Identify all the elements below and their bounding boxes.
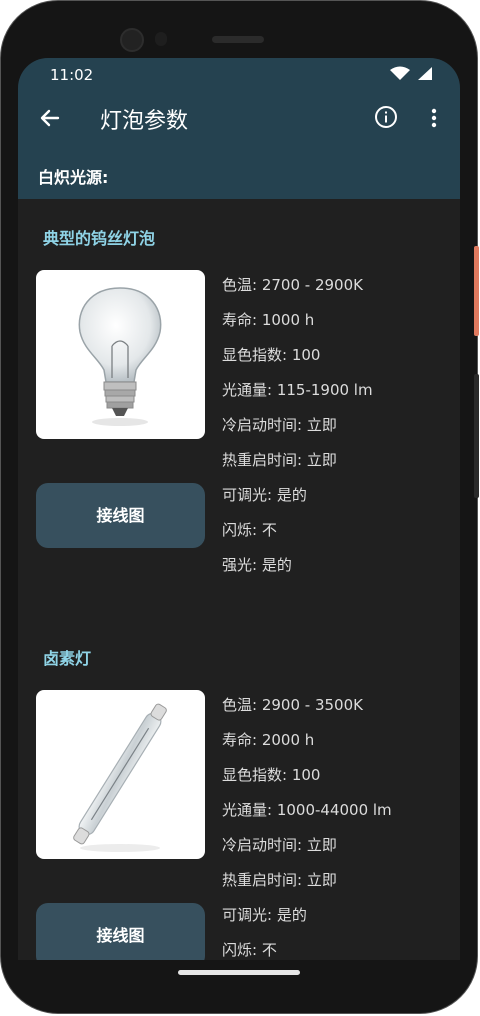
home-indicator[interactable] (178, 970, 300, 975)
section-title: 典型的钨丝灯泡 (43, 229, 156, 248)
app-bar: 11:02 灯泡参数 白炽光源: (18, 58, 460, 199)
wiring-diagram-button[interactable]: 接线图 (36, 483, 205, 548)
page-title: 灯泡参数 (100, 109, 189, 134)
spec-color-temp: 色温: 2900 - 3500K (222, 696, 363, 714)
spec-luminous-flux: 光通量: 1000-44000 lm (222, 801, 392, 819)
spec-dimmable: 可调光: 是的 (222, 486, 307, 504)
spec-dimmable: 可调光: 是的 (222, 906, 307, 924)
power-button (474, 246, 479, 336)
spec-cold-start: 冷启动时间: 立即 (222, 416, 337, 434)
spec-lifetime: 寿命: 1000 h (222, 311, 315, 329)
spec-lifetime: 寿命: 2000 h (222, 731, 315, 749)
spec-color-temp: 色温: 2700 - 2900K (222, 276, 363, 294)
spec-cri: 显色指数: 100 (222, 346, 321, 364)
spec-hot-restart: 热重启时间: 立即 (222, 871, 337, 889)
screen: 11:02 灯泡参数 白炽光源: 典型的钨丝灯泡 接线图 色温: 2700 - … (18, 58, 460, 960)
more-vert-icon[interactable] (428, 106, 440, 130)
front-camera (120, 28, 144, 52)
spec-cold-start: 冷启动时间: 立即 (222, 836, 337, 854)
spec-luminous-flux: 光通量: 115-1900 lm (222, 381, 373, 399)
bulb-image[interactable] (36, 270, 205, 439)
status-time: 11:02 (50, 66, 94, 84)
wifi-icon (390, 66, 410, 80)
bulb-image[interactable] (36, 690, 205, 859)
volume-button (474, 374, 479, 498)
spec-flicker: 闪烁: 不 (222, 521, 277, 539)
status-icons (388, 66, 436, 82)
category-heading: 白炽光源: (38, 168, 109, 187)
wiring-diagram-button[interactable]: 接线图 (36, 903, 205, 960)
section-title: 卤素灯 (43, 649, 92, 668)
spec-cri: 显色指数: 100 (222, 766, 321, 784)
back-arrow-icon[interactable] (38, 106, 62, 130)
signal-icon (418, 67, 432, 80)
spec-glare: 强光: 是的 (222, 556, 292, 574)
spec-flicker: 闪烁: 不 (222, 941, 277, 959)
sensor (155, 32, 167, 46)
info-icon[interactable] (374, 105, 398, 129)
spec-hot-restart: 热重启时间: 立即 (222, 451, 337, 469)
earpiece-speaker (212, 36, 264, 43)
